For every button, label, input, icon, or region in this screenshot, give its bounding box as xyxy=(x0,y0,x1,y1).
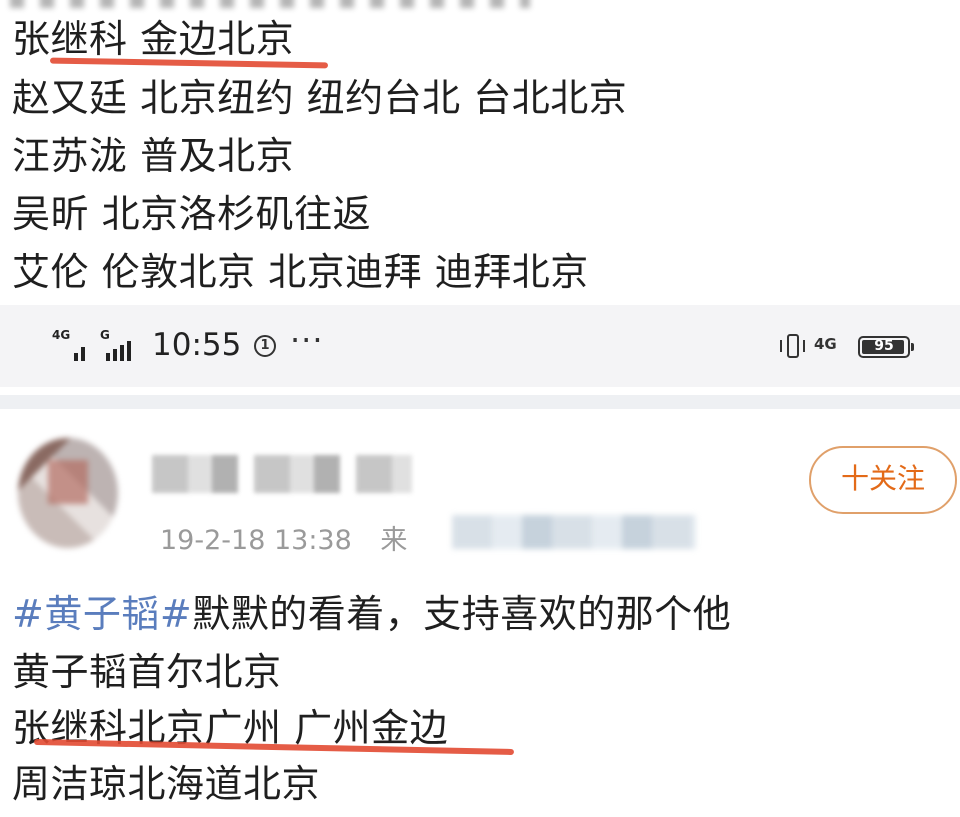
notification-icon: 1 xyxy=(254,335,276,357)
avatar[interactable] xyxy=(18,438,118,548)
battery-icon: 95 xyxy=(858,336,914,358)
post-line: 周洁琼北海道北京 xyxy=(12,762,321,806)
follow-button[interactable]: 十关注 xyxy=(809,446,957,514)
hashtag-link[interactable]: #黄子韬# xyxy=(12,592,192,636)
clock: 10:55 xyxy=(152,327,242,363)
post-line: 汪苏泷 普及北京 xyxy=(12,134,295,178)
post-first-line: #黄子韬#默默的看着，支持喜欢的那个他 xyxy=(12,590,731,638)
post-source-prefix: 来 xyxy=(380,525,408,556)
network-icon: 4G xyxy=(814,335,837,353)
post-text: 默默的看着，支持喜欢的那个他 xyxy=(192,592,732,636)
post-timestamp: 19-2-18 13:38 xyxy=(160,525,352,556)
cropped-text-line xyxy=(10,0,530,8)
post-line: 赵又廷 北京纽约 纽约台北 台北北京 xyxy=(12,76,628,120)
vibrate-icon xyxy=(778,332,808,362)
card-divider xyxy=(0,395,960,409)
post-line: 吴昕 北京洛杉矶往返 xyxy=(12,192,372,236)
post-meta: 19-2-18 13:38 来 xyxy=(160,518,407,557)
post-line: 艾伦 伦敦北京 北京迪拜 迪拜北京 xyxy=(12,250,589,294)
post-line: 黄子韬首尔北京 xyxy=(12,650,282,694)
signal-icon: 4G xyxy=(52,328,90,361)
status-bar: 4G G 10:55 1 ··· 4G 95 xyxy=(0,305,960,387)
signal-icon: G xyxy=(100,328,138,361)
more-icon: ··· xyxy=(290,321,324,359)
top-post: 张继科 金边北京 赵又廷 北京纽约 纽约台北 台北北京 汪苏泷 普及北京 吴昕 … xyxy=(0,0,960,395)
post-line: 张继科 金边北京 xyxy=(12,17,295,61)
username-blurred[interactable] xyxy=(152,455,412,493)
source-blurred xyxy=(452,515,696,549)
